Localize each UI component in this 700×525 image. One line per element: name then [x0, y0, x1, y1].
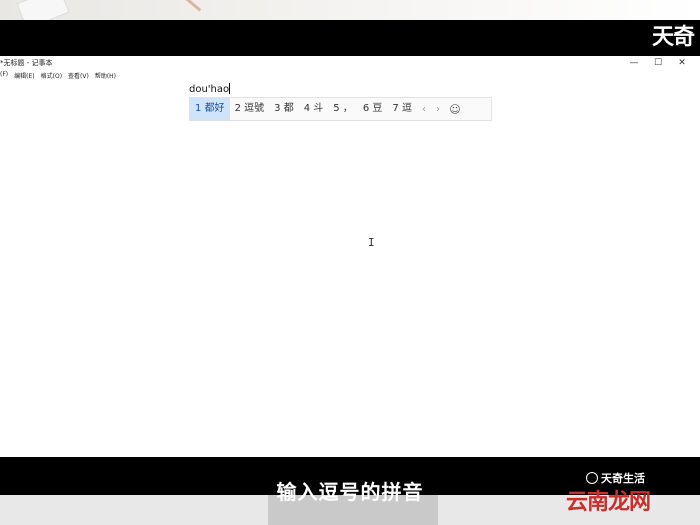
ime-candidate-bar: 1 都好 2 逗號 3 都 4 斗 5 ， 6 豆 7 逗 ‹ › ☺: [189, 97, 492, 121]
candidate-3[interactable]: 3 都: [269, 98, 299, 120]
letterbox-top: [0, 20, 700, 56]
composition-string: dou'hao: [189, 84, 230, 95]
candidate-6[interactable]: 6 豆: [358, 98, 388, 120]
menu-file[interactable]: (F): [0, 71, 8, 81]
prev-page-icon[interactable]: ‹: [417, 104, 431, 115]
ime-composition-text: dou'hao: [189, 83, 231, 95]
candidate-4[interactable]: 4 斗: [299, 98, 329, 120]
menu-bar: (F) 编辑(E) 格式(O) 查看(V) 帮助(H): [0, 71, 122, 81]
ibeam-cursor-icon: I: [368, 236, 375, 249]
desk-background: [0, 0, 700, 20]
candidate-1[interactable]: 1 都好: [190, 98, 230, 120]
emoji-icon[interactable]: ☺: [445, 103, 465, 116]
watermark-top: 天奇: [651, 25, 695, 50]
notepad-window[interactable]: *无标题 - 记事本 — ☐ ✕ (F) 编辑(E) 格式(O) 查看(V) 帮…: [0, 56, 700, 457]
menu-help[interactable]: 帮助(H): [95, 71, 116, 81]
pencil-decoration: [168, 0, 202, 12]
menu-edit[interactable]: 编辑(E): [14, 71, 34, 81]
next-page-icon[interactable]: ›: [431, 104, 445, 115]
brand-logo-icon: [586, 472, 598, 484]
candidate-5[interactable]: 5 ，: [328, 98, 358, 120]
menu-view[interactable]: 查看(V): [68, 71, 89, 81]
title-bar[interactable]: *无标题 - 记事本 — ☐ ✕: [0, 56, 700, 70]
minimize-button[interactable]: —: [622, 56, 646, 70]
close-button[interactable]: ✕: [670, 56, 694, 70]
candidate-7[interactable]: 7 逗: [387, 98, 417, 120]
paper-decoration: [16, 0, 70, 20]
text-caret: [229, 83, 231, 94]
maximize-button[interactable]: ☐: [646, 56, 670, 70]
window-controls: — ☐ ✕: [622, 56, 694, 70]
menu-format[interactable]: 格式(O): [41, 71, 62, 81]
candidate-2[interactable]: 2 逗號: [230, 98, 270, 120]
brand-watermark-large: 云南龙网: [566, 490, 651, 515]
window-title: *无标题 - 记事本: [0, 59, 53, 67]
